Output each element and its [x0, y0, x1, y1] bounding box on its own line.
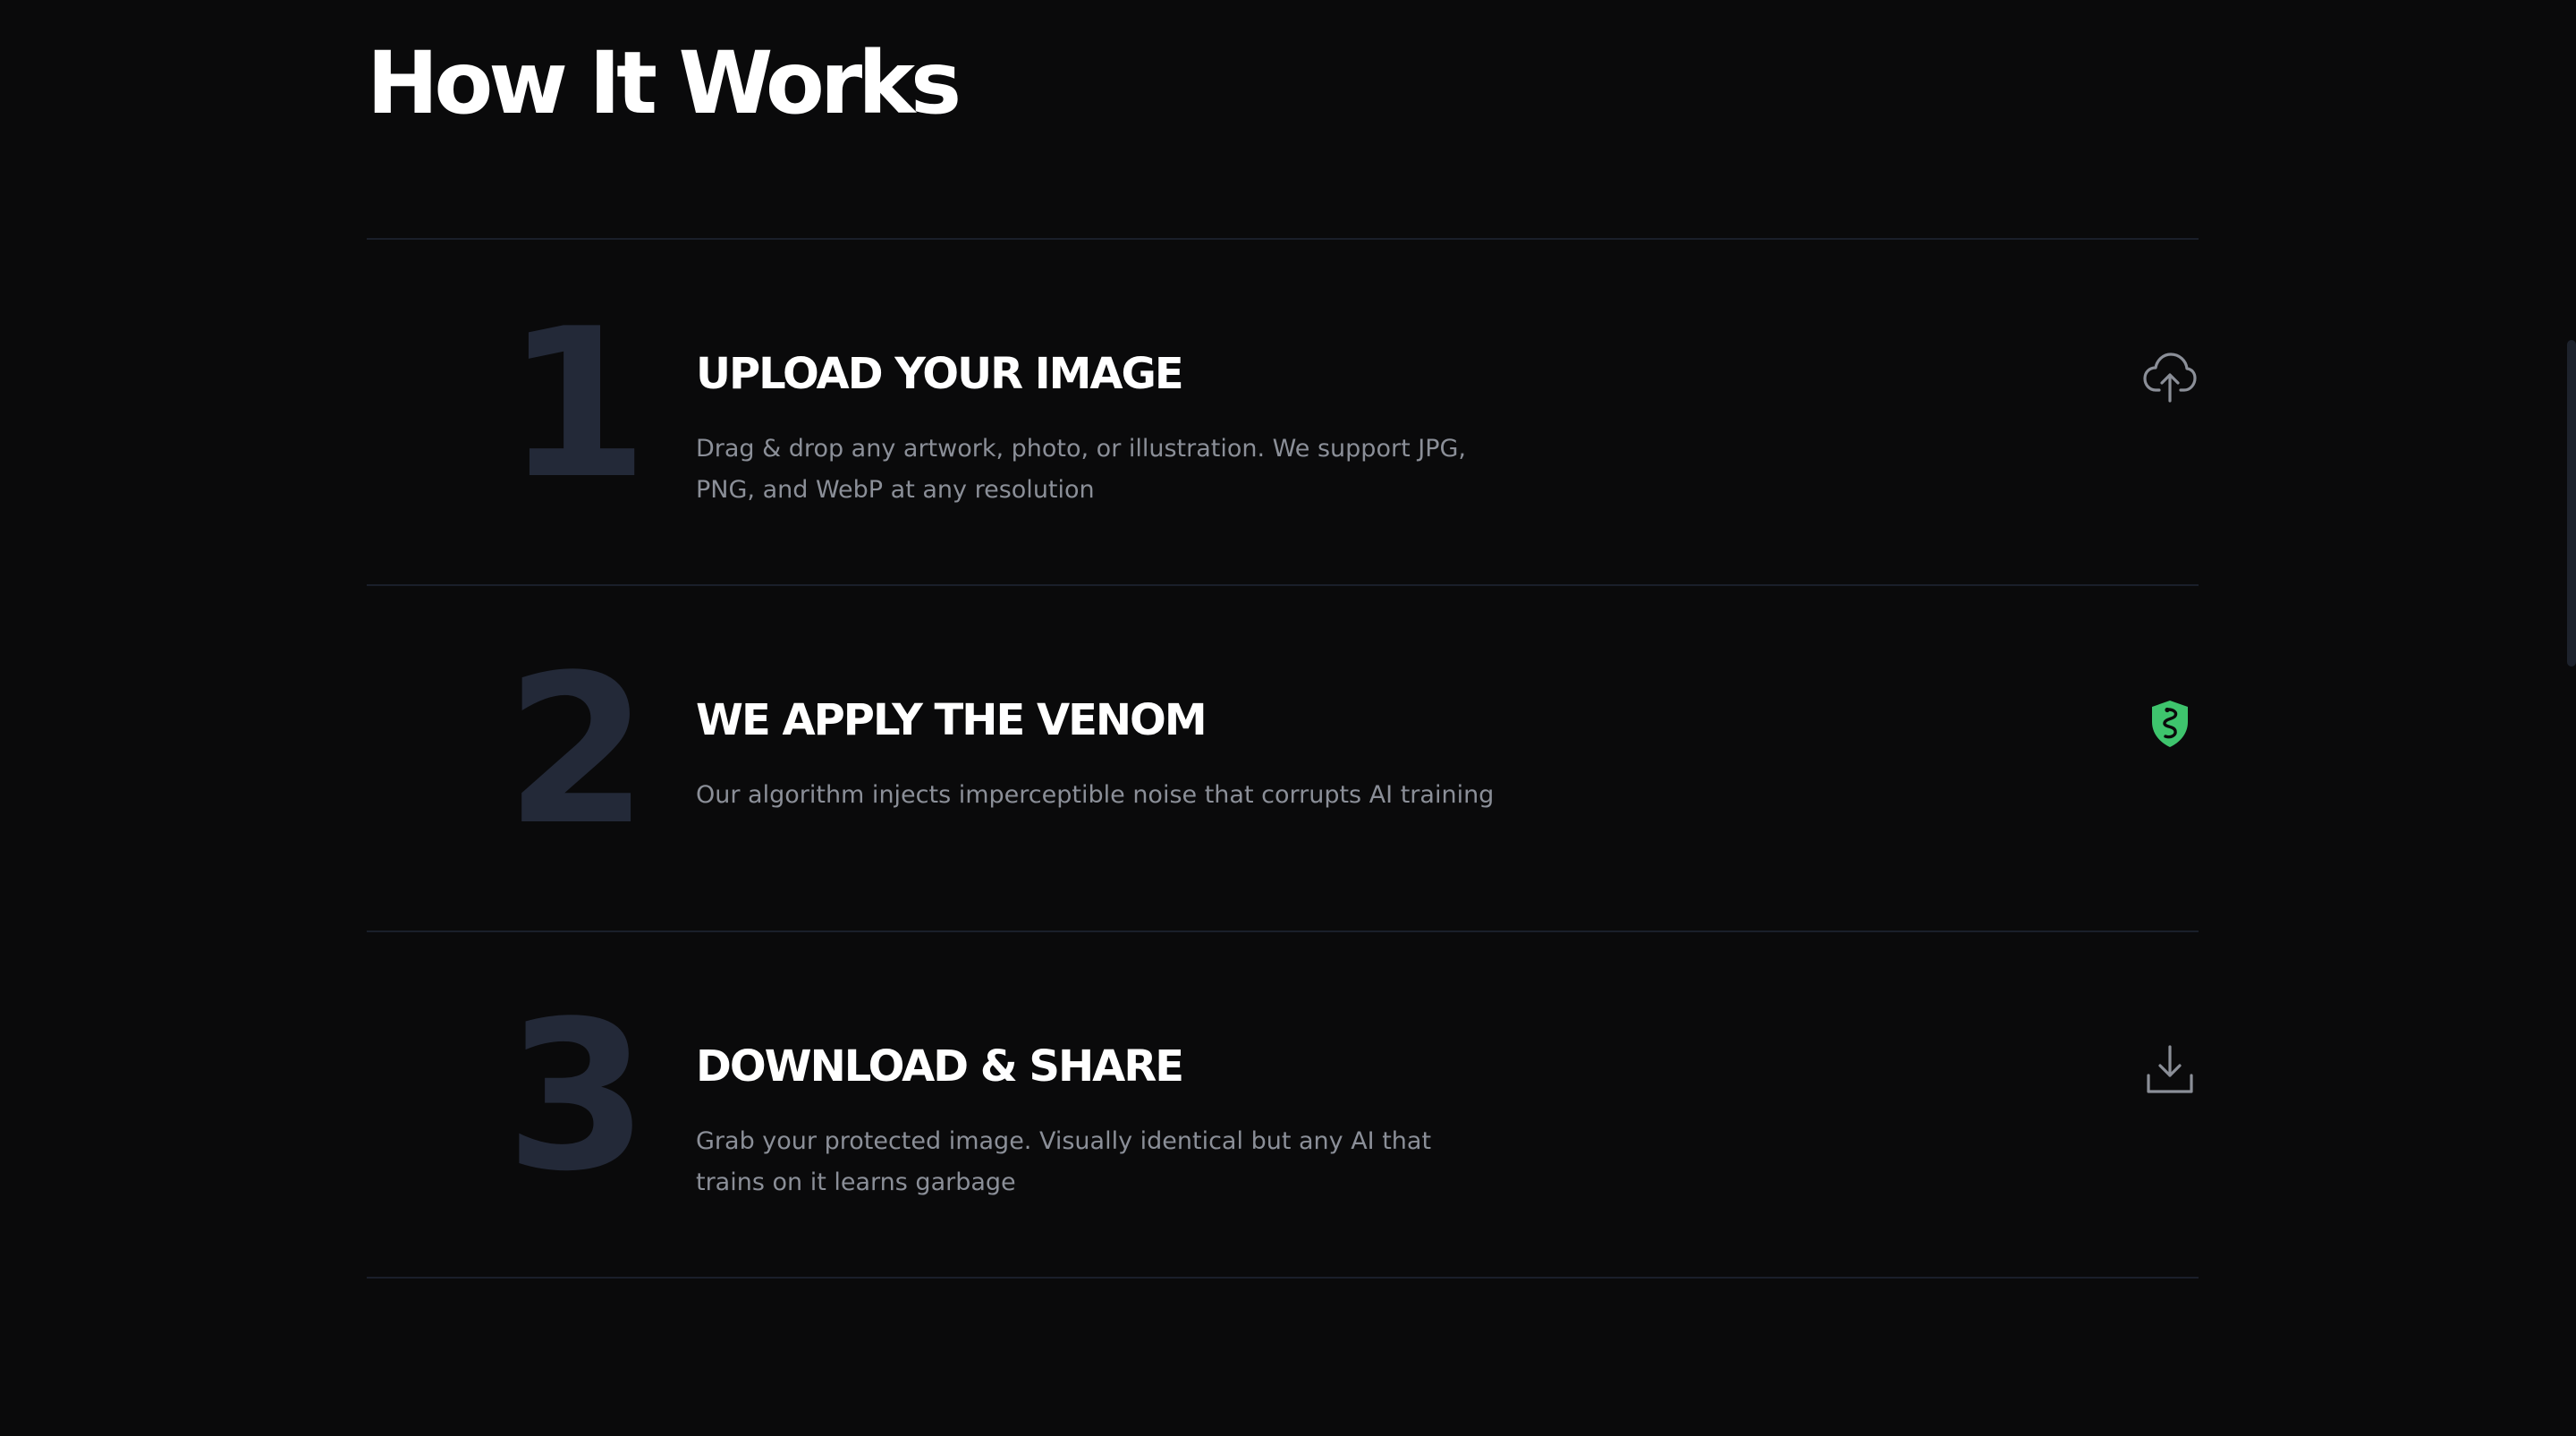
step-heading: WE APPLY THE VENOM	[696, 695, 1208, 745]
page: How It Works 1 UPLOAD YOUR IMAGE Drag & …	[0, 0, 2576, 1436]
step-description: Grab your protected image. Visually iden…	[696, 1127, 1432, 1196]
scrollbar[interactable]	[2563, 0, 2576, 1436]
step-heading: DOWNLOAD & SHARE	[696, 1041, 1184, 1092]
step-number: 3	[505, 978, 649, 1217]
step-download: 3 DOWNLOAD & SHARE Grab your protected i…	[367, 932, 2199, 1279]
cloud-upload-icon	[2141, 349, 2199, 406]
download-icon	[2141, 1041, 2199, 1099]
step-description: Our algorithm injects imperceptible nois…	[696, 781, 1495, 809]
step-number: 2	[505, 632, 649, 871]
steps-list: 1 UPLOAD YOUR IMAGE Drag & drop any artw…	[367, 238, 2199, 1279]
section-title: How It Works	[367, 33, 962, 133]
step-number: 1	[505, 285, 649, 524]
step-upload: 1 UPLOAD YOUR IMAGE Drag & drop any artw…	[367, 240, 2199, 586]
step-description: Drag & drop any artwork, photo, or illus…	[696, 435, 1466, 504]
scrollbar-thumb[interactable]	[2567, 340, 2576, 667]
step-heading: UPLOAD YOUR IMAGE	[696, 349, 1184, 399]
step-venom: 2 WE APPLY THE VENOM Our algorithm injec…	[367, 586, 2199, 932]
snake-shield-icon	[2141, 695, 2199, 752]
